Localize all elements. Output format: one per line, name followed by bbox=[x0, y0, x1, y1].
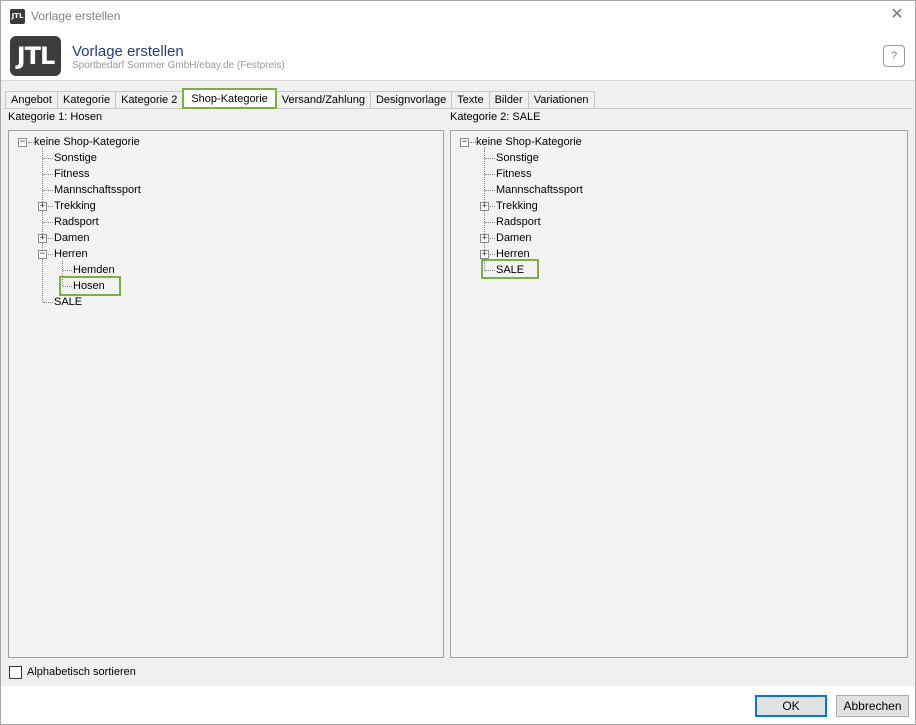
tree-connector bbox=[485, 174, 495, 175]
expand-icon[interactable]: + bbox=[480, 202, 489, 211]
header-title: Vorlage erstellen bbox=[72, 43, 184, 60]
tree-connector bbox=[42, 147, 43, 302]
tree-item-sonstige[interactable]: Sonstige bbox=[496, 151, 539, 165]
help-icon[interactable]: ? bbox=[883, 45, 905, 67]
tree-connector bbox=[48, 254, 53, 255]
tab-variationen[interactable]: Variationen bbox=[527, 91, 595, 109]
tree-item-trekking[interactable]: Trekking bbox=[496, 199, 538, 213]
tree-item-herren[interactable]: Herren bbox=[54, 247, 88, 261]
collapse-icon[interactable]: − bbox=[18, 138, 27, 147]
sort-option[interactable]: Alphabetisch sortieren bbox=[9, 665, 136, 679]
tab-shop-kategorie[interactable]: Shop-Kategorie bbox=[182, 88, 277, 109]
selection-highlight bbox=[59, 276, 121, 296]
app-logo-icon: JTL bbox=[10, 9, 25, 24]
collapse-icon[interactable]: − bbox=[38, 250, 47, 259]
cancel-button[interactable]: Abbrechen bbox=[836, 695, 909, 717]
dialog-window: JTL Vorlage erstellen ✕ JTL Vorlage erst… bbox=[0, 0, 916, 725]
tree-connector bbox=[490, 254, 495, 255]
tree-item-radsport[interactable]: Radsport bbox=[496, 215, 541, 229]
tree-item-fitness[interactable]: Fitness bbox=[54, 167, 89, 181]
tree-item-mannschaftssport[interactable]: Mannschaftssport bbox=[54, 183, 141, 197]
title-bar[interactable]: JTL Vorlage erstellen ✕ bbox=[1, 1, 915, 31]
tree-connector bbox=[43, 302, 53, 303]
window-title: Vorlage erstellen bbox=[31, 9, 121, 23]
left-category-tree[interactable]: − keine Shop-Kategorie Sonstige Fitness … bbox=[8, 130, 444, 658]
tree-connector bbox=[43, 222, 53, 223]
tab-kategorie[interactable]: Kategorie bbox=[56, 91, 117, 109]
dialog-footer: OK Abbrechen bbox=[1, 686, 915, 724]
tree-connector bbox=[485, 222, 495, 223]
tab-texte[interactable]: Texte bbox=[451, 91, 490, 109]
right-category-tree[interactable]: − keine Shop-Kategorie Sonstige Fitness … bbox=[450, 130, 908, 658]
jtl-logo: JTL bbox=[10, 36, 61, 76]
tree-connector bbox=[490, 206, 495, 207]
tab-bar: Angebot Kategorie Kategorie 2 Shop-Kateg… bbox=[5, 88, 595, 109]
tree-item-sonstige[interactable]: Sonstige bbox=[54, 151, 97, 165]
tab-versand-zahlung[interactable]: Versand/Zahlung bbox=[275, 91, 371, 109]
tree-connector bbox=[43, 174, 53, 175]
selection-highlight bbox=[481, 259, 539, 279]
tree-item-hemden[interactable]: Hemden bbox=[73, 263, 115, 277]
tree-connector bbox=[48, 206, 53, 207]
tree-connector bbox=[63, 270, 72, 271]
tree-connector bbox=[43, 158, 53, 159]
tree-item-damen[interactable]: Damen bbox=[54, 231, 89, 245]
ok-button[interactable]: OK bbox=[755, 695, 827, 717]
tree-item-radsport[interactable]: Radsport bbox=[54, 215, 99, 229]
tab-angebot[interactable]: Angebot bbox=[5, 91, 58, 109]
tab-bilder[interactable]: Bilder bbox=[488, 91, 529, 109]
header-subtitle: Sportbedarf Sommer GmbH/ebay.de (Festpre… bbox=[72, 60, 285, 71]
sort-checkbox[interactable] bbox=[9, 665, 22, 679]
tab-designvorlage[interactable]: Designvorlage bbox=[369, 91, 453, 109]
expand-icon[interactable]: + bbox=[480, 234, 489, 243]
tree-root[interactable]: keine Shop-Kategorie bbox=[34, 135, 140, 149]
tree-connector bbox=[485, 158, 495, 159]
tree-item-sale[interactable]: SALE bbox=[54, 295, 82, 309]
tree-connector bbox=[485, 190, 495, 191]
expand-icon[interactable]: + bbox=[480, 250, 489, 259]
collapse-icon[interactable]: − bbox=[460, 138, 469, 147]
tree-connector bbox=[48, 238, 53, 239]
tree-connector bbox=[490, 238, 495, 239]
expand-icon[interactable]: + bbox=[38, 202, 47, 211]
tree-item-mannschaftssport[interactable]: Mannschaftssport bbox=[496, 183, 583, 197]
category-2-label: Kategorie 2: SALE bbox=[450, 111, 541, 123]
tree-item-fitness[interactable]: Fitness bbox=[496, 167, 531, 181]
tree-root[interactable]: keine Shop-Kategorie bbox=[476, 135, 582, 149]
tab-kategorie-2[interactable]: Kategorie 2 bbox=[115, 91, 184, 109]
close-icon[interactable]: ✕ bbox=[889, 7, 905, 23]
category-1-label: Kategorie 1: Hosen bbox=[8, 111, 103, 123]
dialog-header: JTL Vorlage erstellen Sportbedarf Sommer… bbox=[1, 31, 915, 81]
tree-connector bbox=[43, 190, 53, 191]
expand-icon[interactable]: + bbox=[38, 234, 47, 243]
sort-label: Alphabetisch sortieren bbox=[27, 666, 136, 678]
tree-item-trekking[interactable]: Trekking bbox=[54, 199, 96, 213]
tree-item-damen[interactable]: Damen bbox=[496, 231, 531, 245]
tab-content: Kategorie 1: Hosen − keine Shop-Kategori… bbox=[4, 108, 912, 685]
